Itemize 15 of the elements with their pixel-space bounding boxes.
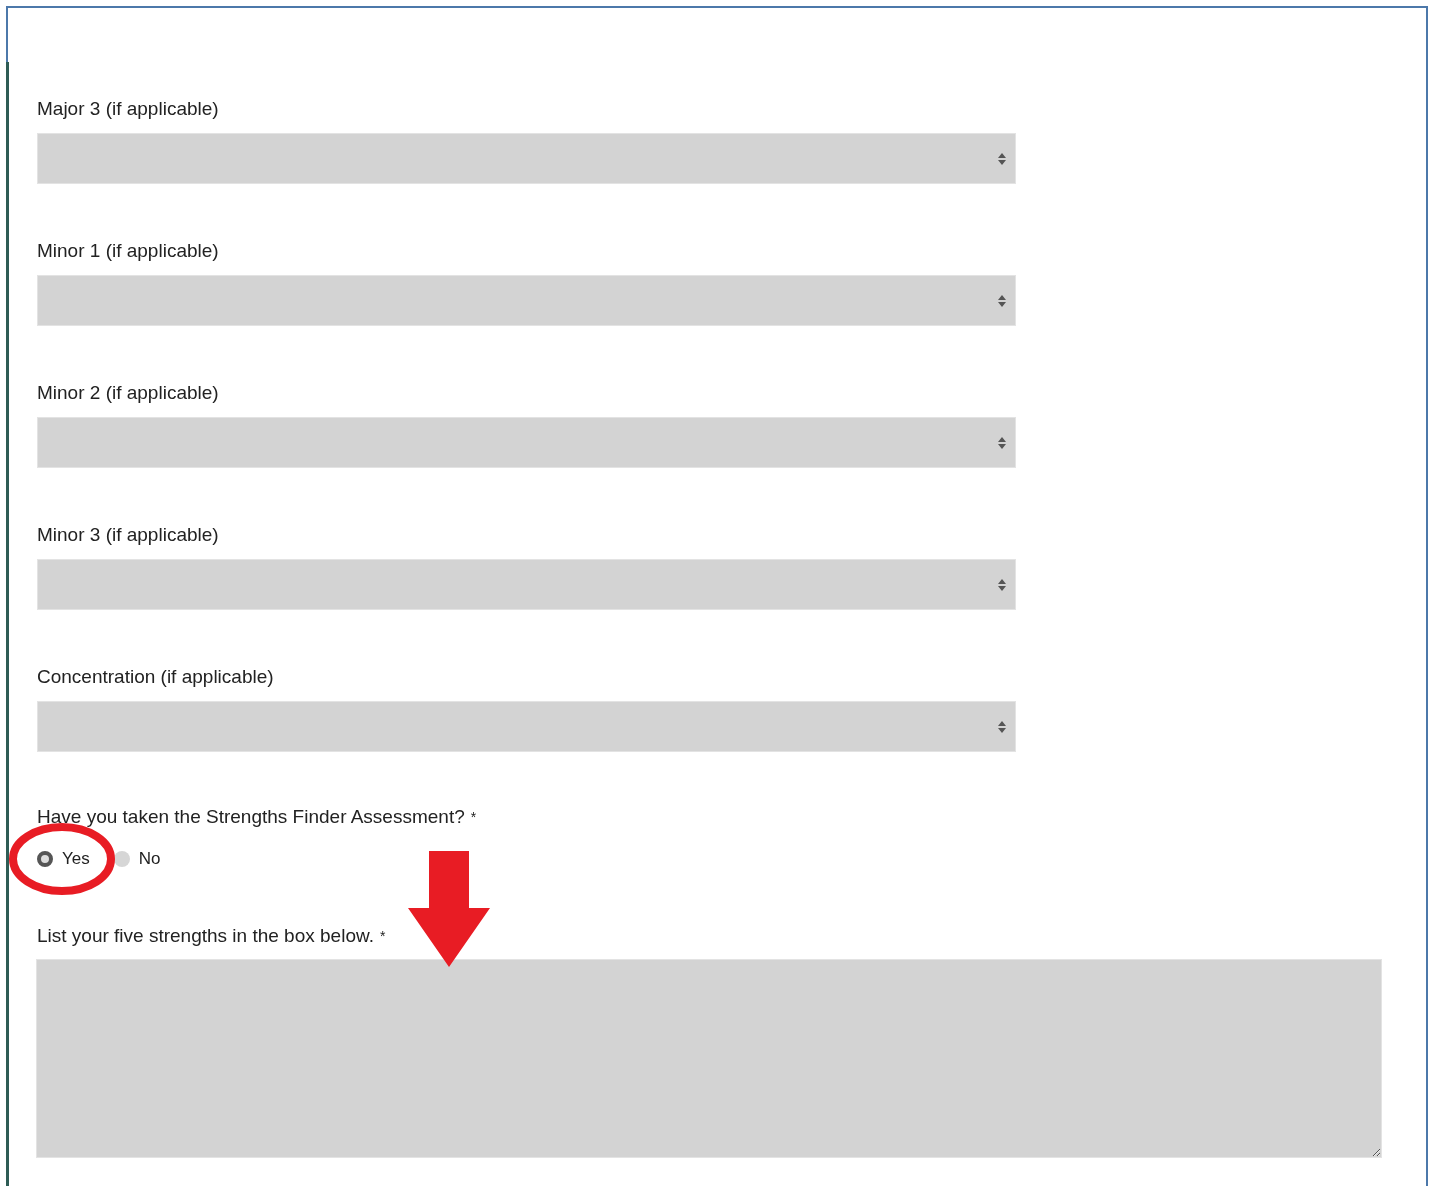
field-label: Concentration (if applicable) xyxy=(37,666,275,688)
field-label: List your five strengths in the box below. * xyxy=(37,925,387,947)
select-field[interactable] xyxy=(37,275,1016,326)
strengths-textarea[interactable] xyxy=(36,959,1382,1158)
field-label: Major 3 (if applicable) xyxy=(37,98,220,120)
select-field[interactable] xyxy=(37,417,1016,468)
radio-option[interactable]: No xyxy=(113,849,161,869)
select-field[interactable] xyxy=(37,133,1016,184)
question-label: Have you taken the Strengths Finder Assessment? * xyxy=(37,806,478,828)
select-field[interactable] xyxy=(37,559,1016,610)
field-label: Minor 2 (if applicable) xyxy=(37,382,220,404)
field-label: Minor 3 (if applicable) xyxy=(37,524,220,546)
select-field[interactable] xyxy=(37,701,1016,752)
radio-option[interactable]: Yes xyxy=(37,849,90,869)
field-label: Minor 1 (if applicable) xyxy=(37,240,220,262)
